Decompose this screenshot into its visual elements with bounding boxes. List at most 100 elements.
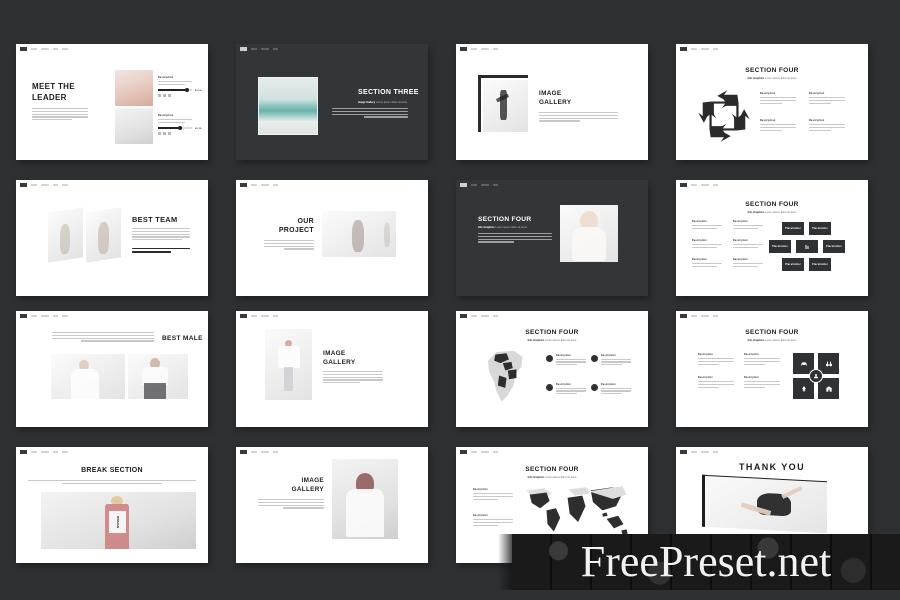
chip-button[interactable]: Placeholder bbox=[809, 258, 831, 271]
nav-item-icon bbox=[493, 315, 498, 317]
slide-break-section[interactable]: BREAK SECTION WOMAN bbox=[16, 447, 208, 563]
description-item: Description bbox=[692, 259, 722, 267]
thank-you-photo bbox=[702, 474, 827, 534]
chip-button[interactable]: Placeholder bbox=[809, 222, 831, 235]
slide-image-gallery-1[interactable]: IMAGE GALLERY bbox=[456, 44, 648, 160]
member-2-name: Description bbox=[158, 114, 174, 117]
nav-item-icon bbox=[261, 48, 269, 50]
nav-item-icon bbox=[493, 48, 498, 50]
nav-item-icon bbox=[251, 315, 257, 317]
team-photo-2 bbox=[86, 207, 121, 263]
nav-item-icon bbox=[481, 315, 489, 317]
poster-text: WOMAN bbox=[115, 516, 120, 528]
male-photo-2 bbox=[128, 354, 188, 399]
nav-item-icon bbox=[41, 184, 49, 186]
page-title: SECTION FOUR bbox=[478, 216, 532, 223]
body-paragraph bbox=[332, 108, 408, 118]
slide-our-project[interactable]: OUR PROJECT bbox=[236, 180, 428, 296]
slide-section-four-chips[interactable]: SECTION FOUR Info Graphics Lorem ipsum d… bbox=[676, 180, 868, 296]
description-label: Description bbox=[556, 384, 571, 386]
body-paragraph bbox=[28, 480, 196, 484]
chip-button[interactable]: Placeholder bbox=[823, 240, 845, 253]
slide-deck-canvas: MEET THE LEADER Description 80.0% Descri… bbox=[0, 0, 900, 600]
leader-photo-1 bbox=[115, 70, 153, 106]
slide-header-bar bbox=[676, 180, 868, 190]
page-title-line2: LEADER bbox=[32, 93, 67, 102]
slide-header-bar bbox=[456, 311, 648, 321]
logo-icon bbox=[460, 314, 467, 318]
slide-section-four-icons[interactable]: SECTION FOUR Info Graphics Lorem ipsum d… bbox=[676, 311, 868, 427]
chip-button[interactable]: Placeholder bbox=[782, 222, 804, 235]
slide-header-bar bbox=[456, 447, 648, 457]
member-2-value: 60.0% bbox=[195, 128, 202, 130]
body-paragraph-bold bbox=[132, 248, 190, 253]
page-title: MEET THE bbox=[32, 82, 75, 91]
page-subtitle: Image Gallery Lorem ipsum dolor sit amet bbox=[358, 101, 408, 104]
page-title: IMAGE bbox=[323, 350, 346, 357]
nav-item-icon bbox=[251, 451, 257, 453]
slide-image-gallery-3[interactable]: IMAGE GALLERY bbox=[236, 447, 428, 563]
body-paragraph bbox=[52, 332, 154, 342]
description-label: Description bbox=[744, 377, 759, 379]
slide-image-gallery-2[interactable]: IMAGE GALLERY bbox=[236, 311, 428, 427]
slide-section-four-africa[interactable]: SECTION FOUR Info Graphics Lorem ipsum d… bbox=[456, 311, 648, 427]
member-1-progress-fill bbox=[158, 88, 186, 91]
nav-item-icon bbox=[53, 48, 58, 50]
portrait-photo bbox=[560, 205, 618, 262]
slide-header-bar bbox=[236, 447, 428, 457]
leader-photo-2 bbox=[115, 108, 153, 144]
nav-item-icon bbox=[493, 451, 498, 453]
description-label: Description bbox=[473, 515, 488, 517]
page-title: THANK YOU bbox=[739, 462, 805, 472]
description-item: Description bbox=[473, 515, 513, 526]
description-label: Description bbox=[698, 377, 713, 379]
page-title-line2: GALLERY bbox=[291, 486, 324, 493]
description-label: Description bbox=[692, 259, 707, 261]
body-paragraph bbox=[32, 108, 88, 121]
description-item: Description bbox=[733, 240, 763, 248]
nav-item-icon bbox=[261, 451, 269, 453]
nav-item-icon bbox=[701, 48, 709, 50]
body-paragraph bbox=[323, 371, 383, 384]
nav-item-icon bbox=[62, 48, 68, 50]
center-avatar-icon[interactable] bbox=[809, 369, 823, 383]
cycle-diagram-icon bbox=[698, 90, 750, 142]
chip-button[interactable]: Placeholder bbox=[782, 258, 804, 271]
slide-section-three[interactable]: SECTION THREE Image Gallery Lorem ipsum … bbox=[236, 44, 428, 160]
bullet-icon bbox=[546, 384, 553, 391]
member-1-social-icons[interactable] bbox=[158, 93, 192, 97]
page-subtitle: Info Graphics Lorem ipsum dolor sit amet bbox=[747, 77, 797, 80]
chip-button[interactable]: Placeholder bbox=[769, 240, 791, 253]
africa-map-icon bbox=[487, 350, 523, 402]
page-subtitle: Info Graphics Lorem ipsum dolor sit amet bbox=[747, 339, 797, 342]
description-item: Description bbox=[744, 354, 780, 365]
description-item: Description bbox=[809, 119, 845, 131]
chip-center-icon[interactable] bbox=[796, 240, 818, 253]
slide-section-four-cycle[interactable]: SECTION FOUR Info Graphics Lorem ipsum d… bbox=[676, 44, 868, 160]
slide-best-male[interactable]: BEST MALE bbox=[16, 311, 208, 427]
page-title: SECTION FOUR bbox=[745, 329, 799, 336]
description-item: Description bbox=[809, 92, 845, 104]
frame-left-bar bbox=[478, 75, 481, 132]
body-paragraph bbox=[478, 233, 552, 243]
description-label: Description bbox=[692, 240, 707, 242]
member-2-social-icons[interactable] bbox=[158, 131, 192, 135]
male-photo-1 bbox=[51, 354, 125, 399]
building-icon-tile[interactable] bbox=[818, 378, 839, 399]
description-label: Description bbox=[692, 221, 707, 223]
slide-best-team[interactable]: BEST TEAM bbox=[16, 180, 208, 296]
nav-item-icon bbox=[41, 315, 49, 317]
slide-section-four-photo[interactable]: SECTION FOUR Info Graphics Lorem ipsum d… bbox=[456, 180, 648, 296]
nav-item-icon bbox=[691, 48, 697, 50]
description-label: Description bbox=[601, 384, 616, 386]
body-paragraph bbox=[258, 499, 324, 509]
nav-item-icon bbox=[701, 315, 709, 317]
nav-item-icon bbox=[41, 451, 49, 453]
description-item: Description bbox=[546, 384, 586, 395]
nav-item-icon bbox=[273, 184, 278, 186]
nav-item-icon bbox=[273, 451, 278, 453]
nav-item-icon bbox=[701, 451, 709, 453]
slide-header-bar bbox=[236, 180, 428, 190]
slide-meet-the-leader[interactable]: MEET THE LEADER Description 80.0% Descri… bbox=[16, 44, 208, 160]
slide-header-bar bbox=[676, 311, 868, 321]
